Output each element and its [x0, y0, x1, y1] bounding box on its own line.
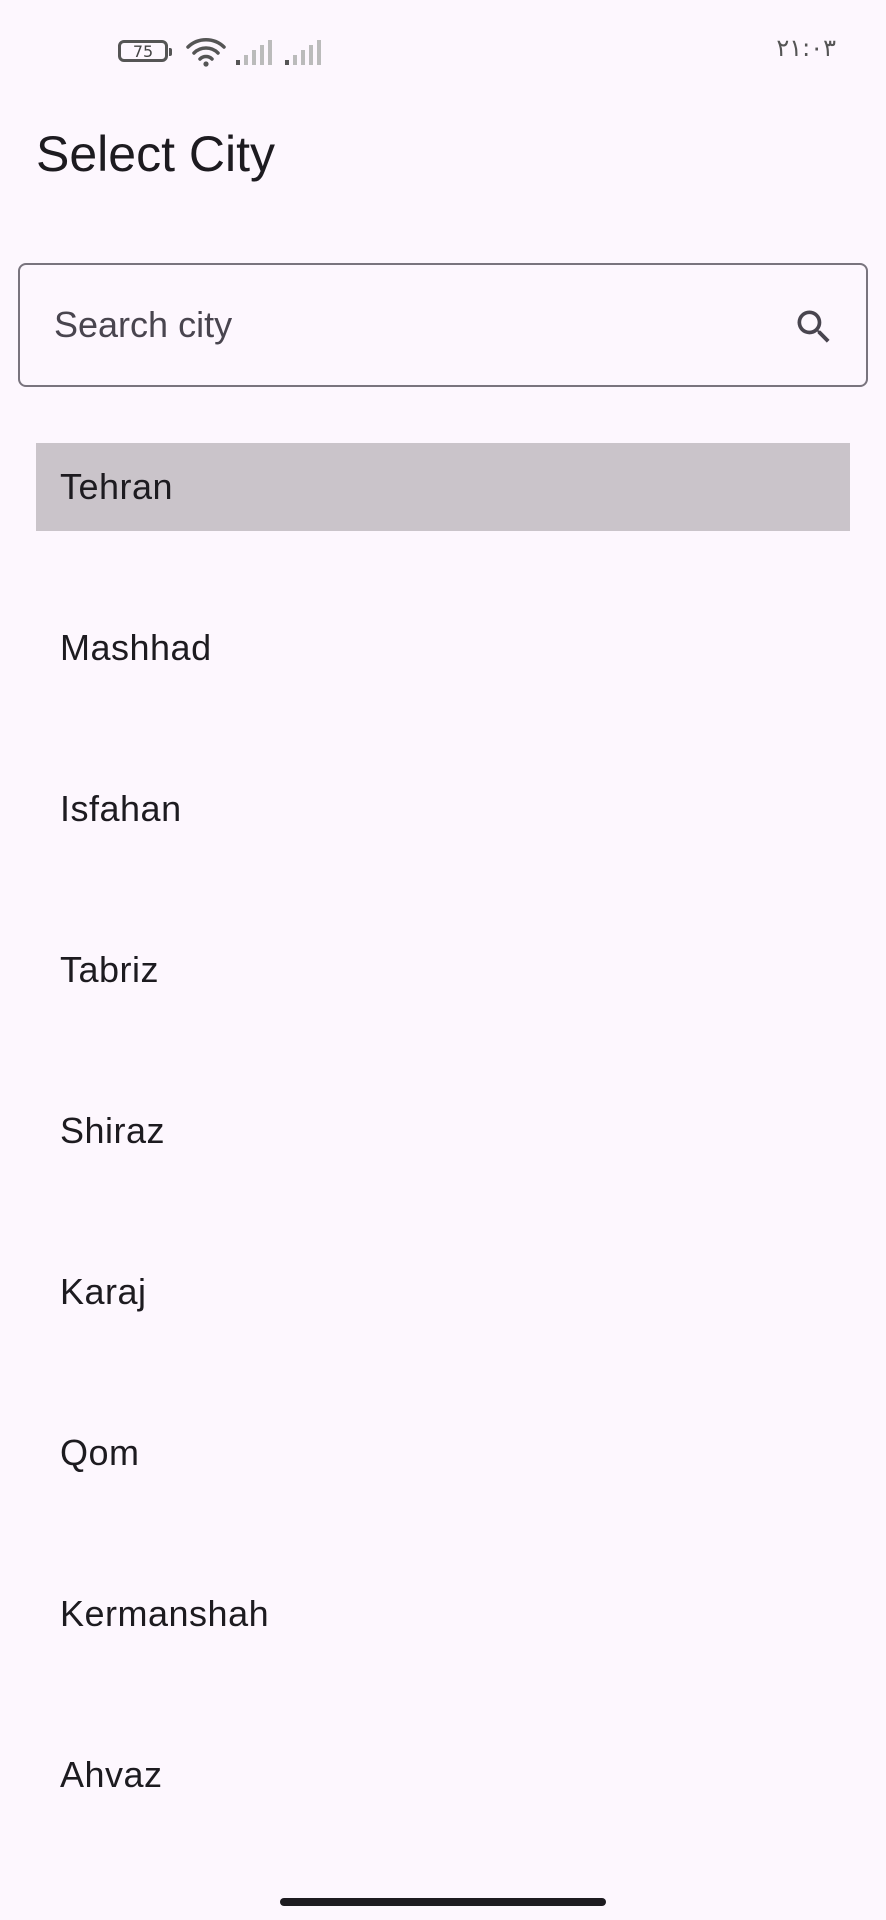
- battery-icon: 75: [118, 40, 172, 62]
- cellular-signal-icon: [285, 40, 321, 65]
- city-name: Tabriz: [60, 949, 160, 990]
- city-item-ahvaz[interactable]: Ahvaz: [36, 1731, 850, 1819]
- city-item-tehran[interactable]: Tehran: [36, 443, 850, 531]
- cellular-signal-icon: [236, 40, 272, 65]
- status-bar: 75 ۲۱:۰۳: [0, 0, 886, 100]
- city-name: Karaj: [60, 1271, 147, 1312]
- city-item-isfahan[interactable]: Isfahan: [36, 765, 850, 853]
- city-item-shiraz[interactable]: Shiraz: [36, 1087, 850, 1175]
- city-name: Ahvaz: [60, 1754, 163, 1795]
- city-name: Shiraz: [60, 1110, 166, 1151]
- city-item-mashhad[interactable]: Mashhad: [36, 604, 850, 692]
- home-indicator[interactable]: [280, 1898, 606, 1906]
- search-field[interactable]: [18, 263, 868, 387]
- city-name: Tehran: [60, 466, 174, 507]
- city-item-qom[interactable]: Qom: [36, 1409, 850, 1497]
- city-list: Tehran Mashhad Isfahan Tabriz Shiraz Kar…: [36, 443, 850, 1892]
- page-title: Select City: [36, 126, 275, 182]
- city-name: Isfahan: [60, 788, 182, 829]
- city-item-kermanshah[interactable]: Kermanshah: [36, 1570, 850, 1658]
- wifi-icon: [186, 38, 226, 67]
- city-name: Mashhad: [60, 627, 212, 668]
- search-input[interactable]: [54, 265, 774, 385]
- search-icon[interactable]: [792, 305, 836, 349]
- status-clock: ۲۱:۰۳: [776, 34, 836, 62]
- battery-level: 75: [132, 41, 154, 61]
- city-name: Kermanshah: [60, 1593, 270, 1634]
- city-name: Qom: [60, 1432, 140, 1473]
- city-item-tabriz[interactable]: Tabriz: [36, 926, 850, 1014]
- city-item-karaj[interactable]: Karaj: [36, 1248, 850, 1336]
